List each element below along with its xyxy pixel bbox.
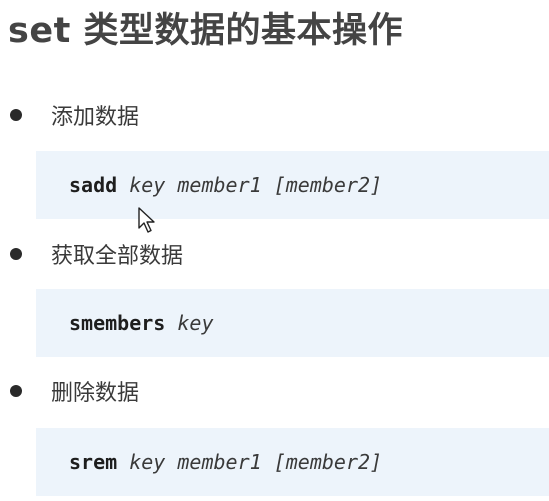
code-block-smembers: smembers key	[36, 289, 549, 357]
bullet-label: 删除数据	[51, 381, 140, 406]
page-title: set 类型数据的基本操作	[8, 11, 403, 51]
command-args: key member1 [member2]	[117, 450, 383, 474]
mouse-pointer-icon	[138, 207, 155, 233]
bullet-dot-icon	[10, 248, 22, 260]
bullet-label: 添加数据	[51, 105, 140, 130]
command-name: srem	[69, 450, 118, 474]
bullet-dot-icon	[10, 109, 22, 121]
code-block-sadd: sadd key member1 [member2]	[36, 151, 549, 219]
command-args: key member1 [member2]	[117, 173, 383, 197]
command-name: sadd	[69, 173, 118, 197]
bullet-dot-icon	[10, 385, 22, 397]
bullet-label: 获取全部数据	[51, 244, 184, 269]
code-block-srem: srem key member1 [member2]	[36, 428, 549, 496]
bullet-item-remove-data: 删除数据	[10, 377, 140, 406]
slide: set 类型数据的基本操作 添加数据 sadd key member1 [mem…	[0, 0, 549, 501]
bullet-item-add-data: 添加数据	[10, 101, 140, 130]
bullet-item-get-all-data: 获取全部数据	[10, 240, 184, 269]
command-args: key	[165, 311, 214, 335]
command-name: smembers	[69, 311, 166, 335]
